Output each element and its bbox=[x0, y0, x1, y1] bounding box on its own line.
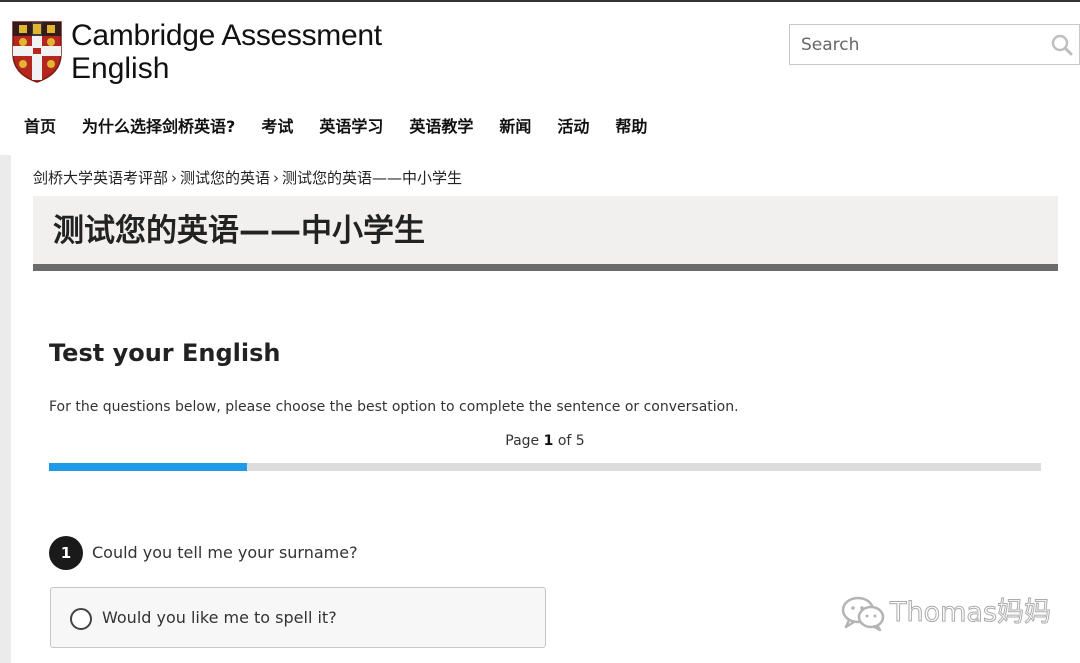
logo-subtitle: English bbox=[71, 52, 170, 85]
breadcrumb-item-current: 测试您的英语——中小学生 bbox=[282, 169, 463, 187]
breadcrumb-separator: › bbox=[273, 169, 280, 187]
search-box bbox=[789, 24, 1080, 65]
watermark-text: Thomas妈妈 bbox=[889, 597, 1052, 629]
logo-title: Cambridge Assessment bbox=[71, 19, 382, 52]
test-instructions: For the questions below, please choose t… bbox=[49, 399, 739, 415]
cambridge-logo[interactable]: Cambridge Assessment English bbox=[11, 19, 382, 85]
test-heading: Test your English bbox=[49, 339, 281, 367]
answer-option-label: Would you like me to spell it? bbox=[102, 608, 337, 627]
progress-bar-fill bbox=[49, 463, 248, 471]
page-total: 5 bbox=[575, 433, 585, 449]
title-banner: 测试您的英语——中小学生 bbox=[33, 196, 1058, 264]
page-indicator: Page 1 of 5 bbox=[49, 431, 1041, 451]
wechat-icon bbox=[841, 596, 885, 632]
breadcrumb-item-home[interactable]: 剑桥大学英语考评部 bbox=[33, 169, 168, 187]
page-of: of bbox=[557, 433, 572, 449]
page-prefix: Page bbox=[505, 433, 540, 449]
search-icon[interactable] bbox=[1051, 34, 1073, 56]
question-text: Could you tell me your surname? bbox=[92, 543, 358, 562]
nav-item-help[interactable]: 帮助 bbox=[615, 116, 647, 138]
nav-item-exams[interactable]: 考试 bbox=[261, 116, 293, 138]
nav-item-teaching-english[interactable]: 英语教学 bbox=[409, 116, 473, 138]
nav-item-news[interactable]: 新闻 bbox=[499, 116, 531, 138]
nav-item-why-cambridge[interactable]: 为什么选择剑桥英语? bbox=[82, 116, 235, 138]
side-strip bbox=[0, 155, 11, 663]
title-underline bbox=[33, 264, 1058, 271]
main-nav: 首页 为什么选择剑桥英语? 考试 英语学习 英语教学 新闻 活动 帮助 bbox=[24, 116, 673, 138]
search-input[interactable] bbox=[790, 25, 1030, 64]
answer-option[interactable]: Would you like me to spell it? bbox=[50, 587, 546, 648]
nav-item-events[interactable]: 活动 bbox=[557, 116, 589, 138]
page-title: 测试您的英语——中小学生 bbox=[53, 213, 425, 249]
progress-bar bbox=[49, 463, 1041, 471]
radio-button-icon[interactable] bbox=[70, 608, 92, 630]
top-border bbox=[0, 0, 1080, 2]
question-number-badge: 1 bbox=[49, 536, 83, 570]
nav-item-learning-english[interactable]: 英语学习 bbox=[319, 116, 383, 138]
university-crest-icon bbox=[12, 21, 62, 83]
watermark: Thomas妈妈 bbox=[840, 594, 1052, 632]
breadcrumb-item-test-your-english[interactable]: 测试您的英语 bbox=[180, 169, 270, 187]
breadcrumb-separator: › bbox=[171, 169, 178, 187]
breadcrumb: 剑桥大学英语考评部 › 测试您的英语 › 测试您的英语——中小学生 bbox=[33, 168, 462, 188]
nav-item-home[interactable]: 首页 bbox=[24, 116, 56, 138]
page-current: 1 bbox=[543, 433, 554, 449]
